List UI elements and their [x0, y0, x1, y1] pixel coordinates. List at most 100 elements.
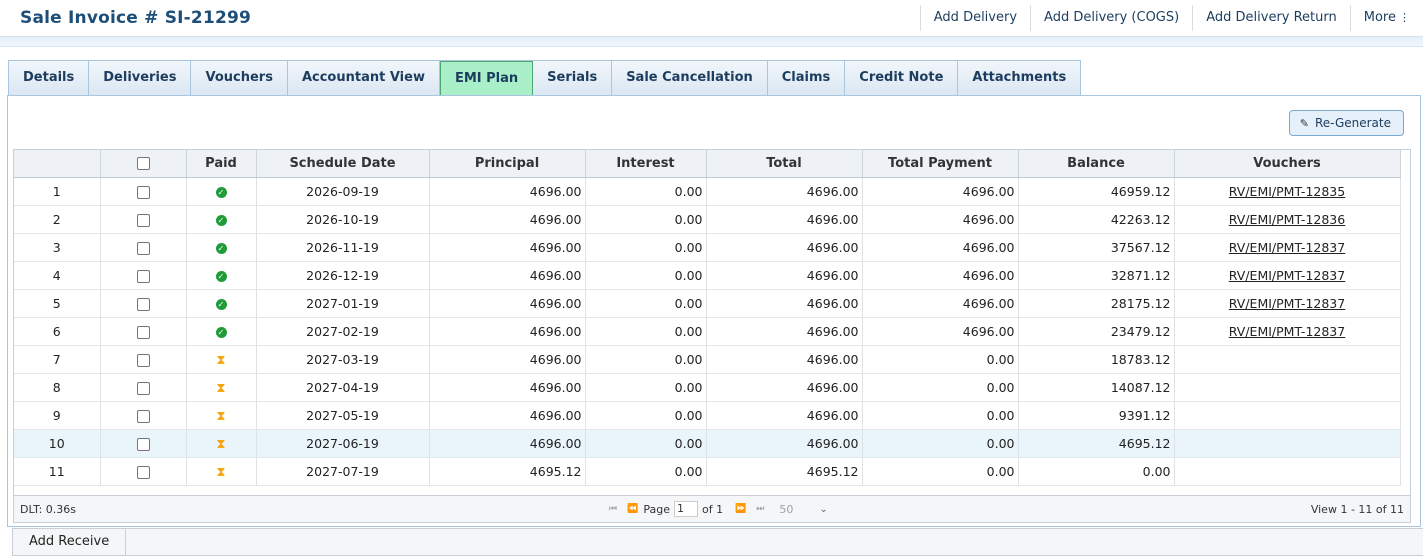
total-payment-cell: 4696.00	[862, 289, 1019, 318]
paid-cell: ✓	[186, 289, 257, 318]
interest-cell: 0.00	[585, 177, 707, 206]
tab-vouchers[interactable]: Vouchers	[191, 61, 288, 95]
principal-cell: 4696.00	[429, 177, 586, 206]
balance-cell: 0.00	[1018, 457, 1175, 486]
row-number-cell: 11	[14, 457, 101, 486]
more-menu-button[interactable]: More ⋮	[1349, 5, 1423, 31]
tab-credit-note[interactable]: Credit Note	[845, 61, 959, 95]
voucher-link[interactable]: RV/EMI/PMT-12837	[1229, 240, 1345, 255]
row-checkbox[interactable]	[136, 354, 150, 367]
col-header-total[interactable]: Total	[706, 150, 863, 178]
select-all-checkbox[interactable]	[136, 157, 150, 170]
row-checkbox[interactable]	[136, 326, 150, 339]
add-delivery-button[interactable]: Add Delivery	[919, 5, 1030, 31]
row-checkbox[interactable]	[136, 466, 150, 479]
balance-cell: 28175.12	[1018, 289, 1175, 318]
grid-pager: DLT: 0.36s ⏮ ⏪ Page 1 of 1 ⏩ ⏭ 50 ⌄ View…	[13, 495, 1411, 523]
row-checkbox[interactable]	[136, 270, 150, 283]
rows-per-page-select[interactable]: 50	[779, 503, 793, 516]
paid-cell: ⧗	[186, 373, 257, 402]
row-select-cell	[100, 261, 187, 290]
row-select-cell	[100, 401, 187, 430]
table-row[interactable]: 3 ✓ 2026-11-19 4696.00 0.00 4696.00 4696.00 375…	[14, 233, 1401, 262]
row-number-cell: 4	[14, 261, 101, 290]
col-header-total-payment[interactable]: Total Payment	[862, 150, 1019, 178]
col-header-interest[interactable]: Interest	[585, 150, 707, 178]
total-payment-cell: 4696.00	[862, 177, 1019, 206]
first-page-icon[interactable]: ⏮	[609, 504, 617, 514]
tab-attachments[interactable]: Attachments	[958, 61, 1081, 95]
row-checkbox[interactable]	[136, 438, 150, 451]
voucher-link[interactable]: RV/EMI/PMT-12835	[1229, 184, 1345, 199]
interest-cell: 0.00	[585, 317, 707, 346]
schedule-date-cell: 2027-05-19	[256, 401, 430, 430]
emi-table: Paid Schedule Date Principal Interest To…	[14, 150, 1401, 486]
table-row[interactable]: 10 ⧗ 2027-06-19 4696.00 0.00 4696.00 0.00 4695.…	[14, 429, 1401, 458]
check-circle-icon: ✓	[215, 327, 227, 338]
table-row[interactable]: 6 ✓ 2027-02-19 4696.00 0.00 4696.00 4696.00 234…	[14, 317, 1401, 346]
col-header-schedule-date[interactable]: Schedule Date	[256, 150, 430, 178]
col-header-paid[interactable]: Paid	[186, 150, 257, 178]
row-checkbox[interactable]	[136, 298, 150, 311]
voucher-cell	[1174, 457, 1401, 486]
check-circle-icon: ✓	[215, 271, 227, 282]
voucher-cell	[1174, 373, 1401, 402]
tab-deliveries[interactable]: Deliveries	[89, 61, 192, 95]
tab-sale-cancellation[interactable]: Sale Cancellation	[612, 61, 768, 95]
row-checkbox[interactable]	[136, 410, 150, 423]
balance-cell: 32871.12	[1018, 261, 1175, 290]
header-divider	[0, 37, 1423, 47]
col-header-principal[interactable]: Principal	[429, 150, 586, 178]
row-checkbox[interactable]	[136, 186, 150, 199]
table-row[interactable]: 11 ⧗ 2027-07-19 4695.12 0.00 4695.12 0.00 0.00	[14, 457, 1401, 486]
next-page-icon[interactable]: ⏩	[735, 504, 746, 514]
add-delivery-return-button[interactable]: Add Delivery Return	[1192, 5, 1350, 31]
view-range-label: View 1 - 11 of 11	[1310, 503, 1404, 516]
page-number-input[interactable]: 1	[673, 501, 698, 517]
schedule-date-cell: 2027-06-19	[256, 429, 430, 458]
table-row[interactable]: 5 ✓ 2027-01-19 4696.00 0.00 4696.00 4696.00 281…	[14, 289, 1401, 318]
row-checkbox[interactable]	[136, 242, 150, 255]
tab-serials[interactable]: Serials	[533, 61, 613, 95]
tab-accountant-view[interactable]: Accountant View	[287, 61, 440, 95]
balance-cell: 46959.12	[1018, 177, 1175, 206]
table-row[interactable]: 7 ⧗ 2027-03-19 4696.00 0.00 4696.00 0.00 18783.…	[14, 345, 1401, 374]
page-count-label: of 1	[701, 502, 724, 516]
table-row[interactable]: 8 ⧗ 2027-04-19 4696.00 0.00 4696.00 0.00 14087.…	[14, 373, 1401, 402]
tab-claims[interactable]: Claims	[767, 61, 846, 95]
table-header-row: Paid Schedule Date Principal Interest To…	[14, 150, 1401, 178]
col-header-balance[interactable]: Balance	[1018, 150, 1175, 178]
prev-page-icon[interactable]: ⏪	[627, 504, 638, 514]
voucher-link[interactable]: RV/EMI/PMT-12836	[1229, 212, 1345, 227]
add-delivery-cogs-button[interactable]: Add Delivery (COGS)	[1030, 5, 1192, 31]
tab-details[interactable]: Details	[9, 61, 90, 95]
table-row[interactable]: 4 ✓ 2026-12-19 4696.00 0.00 4696.00 4696.00 328…	[14, 261, 1401, 290]
col-header-vouchers[interactable]: Vouchers	[1174, 150, 1401, 178]
last-page-icon[interactable]: ⏭	[756, 504, 764, 514]
voucher-link[interactable]: RV/EMI/PMT-12837	[1229, 268, 1345, 283]
voucher-link[interactable]: RV/EMI/PMT-12837	[1229, 324, 1345, 339]
tab-bar: Details Deliveries Vouchers Accountant V…	[8, 60, 1082, 97]
row-number-cell: 5	[14, 289, 101, 318]
principal-cell: 4696.00	[429, 317, 586, 346]
row-checkbox[interactable]	[136, 214, 150, 227]
principal-cell: 4695.12	[429, 457, 586, 486]
total-payment-cell: 0.00	[862, 457, 1019, 486]
regenerate-button[interactable]: ✎ Re-Generate	[1288, 110, 1404, 136]
hourglass-icon: ⧗	[216, 464, 226, 480]
chevron-down-icon[interactable]: ⌄	[819, 504, 827, 515]
add-receive-button[interactable]: Add Receive	[13, 529, 127, 555]
table-row[interactable]: 1 ✓ 2026-09-19 4696.00 0.00 4696.00 4696.00 469…	[14, 177, 1401, 206]
total-payment-cell: 0.00	[862, 373, 1019, 402]
tab-emi-plan[interactable]: EMI Plan	[439, 61, 534, 97]
table-row[interactable]: 2 ✓ 2026-10-19 4696.00 0.00 4696.00 4696.00 422…	[14, 205, 1401, 234]
balance-cell: 9391.12	[1018, 401, 1175, 430]
total-cell: 4696.00	[706, 317, 863, 346]
row-checkbox[interactable]	[136, 382, 150, 395]
principal-cell: 4696.00	[429, 345, 586, 374]
voucher-link[interactable]: RV/EMI/PMT-12837	[1229, 296, 1345, 311]
interest-cell: 0.00	[585, 345, 707, 374]
voucher-cell	[1174, 401, 1401, 430]
hourglass-icon: ⧗	[216, 436, 226, 452]
table-row[interactable]: 9 ⧗ 2027-05-19 4696.00 0.00 4696.00 0.00 9391.1…	[14, 401, 1401, 430]
